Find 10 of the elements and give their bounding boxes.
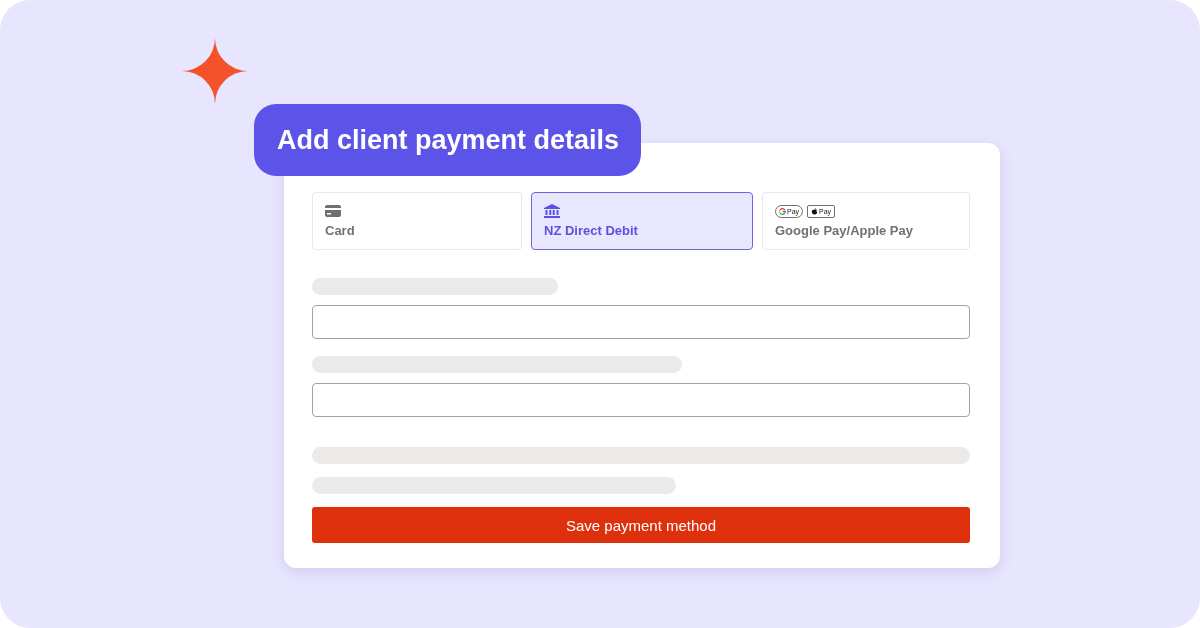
payment-method-tab[interactable]: Card [312,192,522,250]
apple-icon [811,207,819,215]
bank-icon [544,204,560,218]
payment-method-tab[interactable]: NZ Direct Debit [531,192,753,250]
input-field[interactable] [312,305,970,339]
google-g-icon [779,207,786,215]
input-field[interactable] [312,383,970,417]
save-button[interactable]: Save payment method [312,507,970,543]
heading-pill: Add client payment details [254,104,642,176]
credit-card-icon [325,205,341,217]
